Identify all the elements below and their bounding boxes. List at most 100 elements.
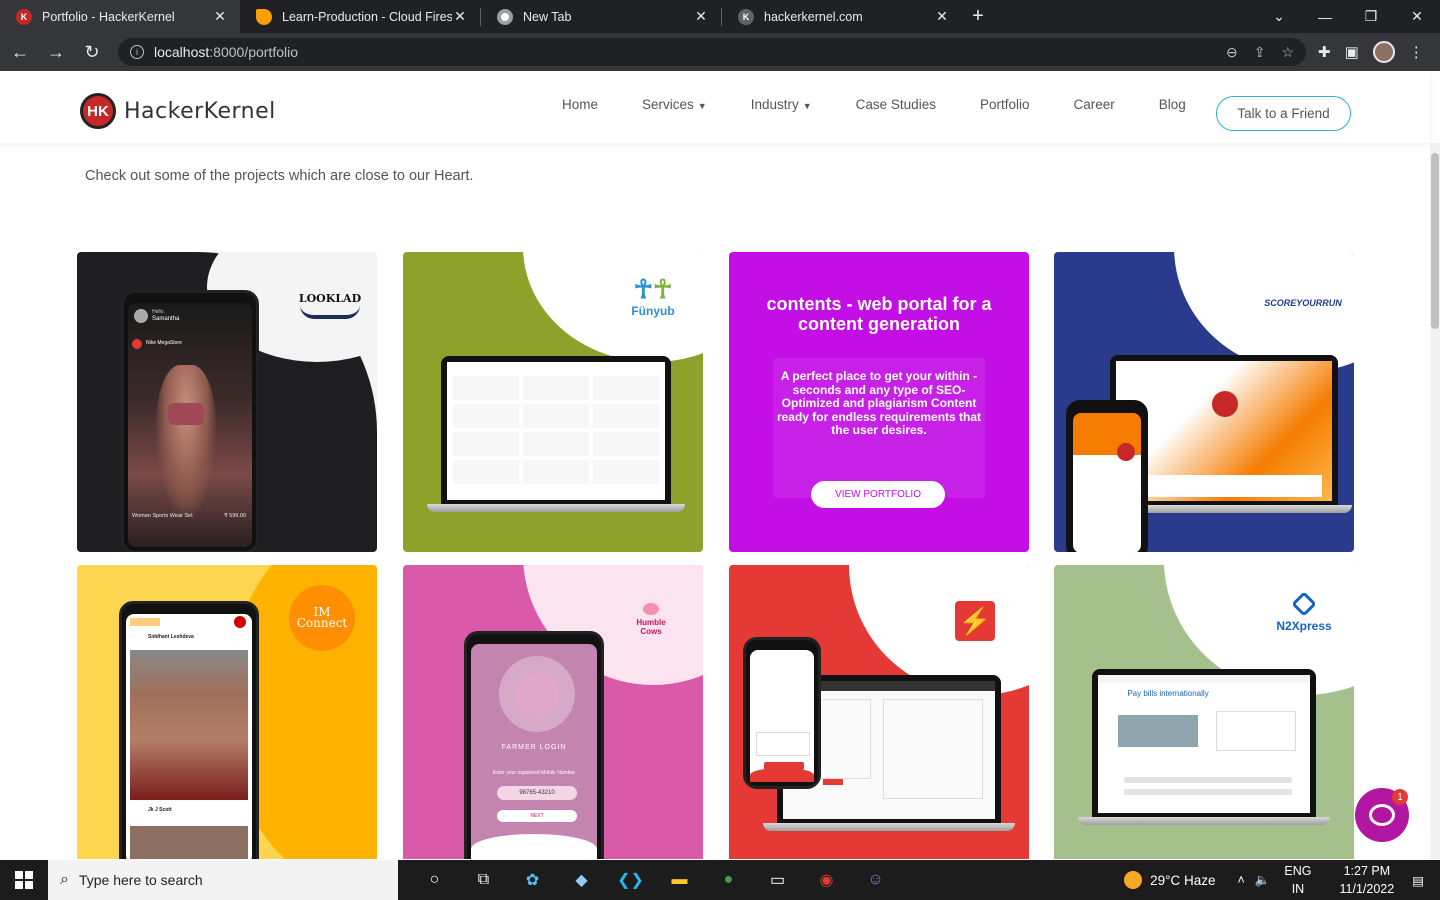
portfolio-card-imconnect[interactable]: IM Connect Siddhant Leshdeva Jk J Scott [77, 565, 377, 859]
notifications-icon[interactable]: ▤ [1412, 873, 1424, 888]
tab-title: Learn-Production - Cloud Firesto [282, 9, 452, 24]
cortana-icon[interactable]: ○ [410, 860, 459, 900]
page-viewport: HK HackerKernel Home Services ▼ Industry ▼… [0, 71, 1440, 859]
firebase-favicon-icon [256, 8, 272, 25]
zoom-icon[interactable]: ⊖ [1226, 44, 1238, 61]
bookmark-star-icon[interactable]: ☆ [1281, 44, 1294, 61]
imconnect-logo: IM Connect [289, 585, 355, 651]
contents-description: A perfect place to get your within - sec… [776, 369, 982, 437]
vscode-icon[interactable]: ❮❯ [606, 860, 655, 900]
profile-avatar[interactable] [1372, 41, 1395, 63]
contents-title: contents - web portal for a content gene… [766, 294, 992, 334]
tab-search-icon[interactable]: ⌄ [1256, 0, 1302, 33]
caret-down-icon: ▼ [697, 101, 707, 111]
url-host: localhost [154, 44, 210, 60]
tab-hackerkernel[interactable]: K hackerkernel.com ✕ [722, 0, 962, 33]
taskbar-clock[interactable]: 1:27 PM 11/1/2022 [1340, 862, 1395, 898]
new-tab-button[interactable]: + [962, 0, 994, 33]
nav-industry[interactable]: Industry ▼ [751, 97, 812, 112]
restore-icon[interactable]: ❐ [1348, 0, 1394, 33]
portfolio-card-thunder[interactable]: ⚡ [729, 565, 1029, 859]
tab-new-tab[interactable]: New Tab ✕ [481, 0, 721, 33]
close-tab-icon[interactable]: ✕ [212, 8, 228, 25]
chrome-favicon-icon [497, 8, 513, 25]
tab-title: New Tab [523, 9, 572, 24]
tab-firestore[interactable]: Learn-Production - Cloud Firesto ✕ [240, 0, 480, 33]
url-path: :8000/portfolio [209, 44, 298, 60]
portfolio-card-humblecows[interactable]: Humble Cows FARMER LOGIN Enter your regi… [403, 565, 703, 859]
close-tab-icon[interactable]: ✕ [452, 8, 468, 25]
nav-home[interactable]: Home [562, 97, 598, 112]
nav-blog[interactable]: Blog [1159, 97, 1186, 112]
scoreyourrun-logo: SCOREYOURRUN [1264, 298, 1342, 308]
talk-to-friend-button[interactable]: Talk to a Friend [1216, 96, 1351, 131]
page-scrollbar-thumb[interactable] [1431, 153, 1439, 329]
humblecows-phone-mockup: FARMER LOGIN Enter your registered Mobil… [464, 631, 604, 859]
menu-kebab-icon[interactable]: ⋮ [1409, 43, 1424, 61]
portfolio-intro: Check out some of the projects which are… [85, 168, 474, 184]
view-portfolio-button[interactable]: VIEW PORTFOLIO [811, 481, 945, 508]
window-controls: ⌄ — ❐ ✕ [1256, 0, 1440, 33]
windows-taskbar: ⌕ Type here to search ○ ⧉ ✿ ◆ ❮❯ ▬ ● ▭ ◉… [0, 860, 1440, 900]
close-window-icon[interactable]: ✕ [1394, 0, 1440, 33]
mobile-prompt: Enter your registered Mobile Number [493, 770, 575, 776]
imconnect-user: Siddhant Leshdeva [148, 634, 194, 640]
weather-widget[interactable]: 29°C Haze [1124, 871, 1216, 889]
onenote-app-icon[interactable]: ◆ [557, 860, 606, 900]
copilot-app-icon[interactable]: ✿ [508, 860, 557, 900]
caret-down-icon: ▼ [802, 101, 812, 111]
address-bar[interactable]: i localhost:8000/portfolio ⊖ ⇪ ☆ [118, 38, 1306, 66]
tab-title: Portfolio - HackerKernel [42, 9, 175, 24]
minimize-icon[interactable]: — [1302, 0, 1348, 33]
clock-time: 1:27 PM [1343, 864, 1391, 878]
nav-portfolio[interactable]: Portfolio [980, 97, 1030, 112]
close-tab-icon[interactable]: ✕ [693, 8, 709, 25]
back-icon[interactable]: ← [4, 36, 36, 68]
weather-text: 29°C Haze [1150, 872, 1216, 888]
portfolio-card-scoreyourrun[interactable]: SCOREYOURRUN [1054, 252, 1354, 552]
nav-services[interactable]: Services ▼ [642, 97, 707, 112]
terminal-icon[interactable]: ▭ [753, 860, 802, 900]
tray-chevron-icon[interactable]: ˄ [1238, 873, 1245, 887]
site-header: HK HackerKernel Home Services ▼ Industry ▼… [0, 71, 1430, 143]
upwork-icon[interactable]: ● [704, 860, 753, 900]
lookload-price: ₹ 599.00 [224, 513, 246, 519]
chat-bubble-icon [1369, 804, 1395, 826]
side-panel-icon[interactable]: ▣ [1345, 43, 1359, 61]
windows-logo-icon [15, 871, 33, 889]
extensions-icon[interactable]: ✚ [1318, 43, 1331, 61]
taskbar-apps: ○ ⧉ ✿ ◆ ❮❯ ▬ ● ▭ ◉ ☺ [410, 860, 900, 900]
close-tab-icon[interactable]: ✕ [934, 8, 950, 25]
region-code: IN [1291, 882, 1305, 896]
portfolio-card-lookload[interactable]: LOOKLAD Hello, Samantha Nike MegaStore W… [77, 252, 377, 552]
imconnect-user-2: Jk J Scott [148, 807, 172, 813]
nav-case-studies[interactable]: Case Studies [856, 97, 936, 112]
volume-icon[interactable]: 🔈 [1255, 873, 1271, 888]
nav-career[interactable]: Career [1073, 97, 1114, 112]
site-info-icon[interactable]: i [130, 45, 144, 59]
portfolio-card-funyub[interactable]: ☥☥ Fünyub [403, 252, 703, 552]
taskbar-search[interactable]: ⌕ Type here to search [48, 860, 398, 900]
humblecows-logo: Humble Cows [629, 603, 673, 636]
chat-unread-badge: 1 [1392, 789, 1408, 805]
search-icon: ⌕ [60, 871, 69, 888]
language-code: ENG [1284, 864, 1312, 878]
file-explorer-icon[interactable]: ▬ [655, 860, 704, 900]
lookload-user: Samantha [152, 316, 180, 322]
discord-icon[interactable]: ☺ [851, 860, 900, 900]
tab-portfolio[interactable]: K Portfolio - HackerKernel ✕ [0, 0, 240, 33]
reload-icon[interactable]: ↻ [76, 36, 108, 68]
farmer-login-title: FARMER LOGIN [501, 744, 567, 751]
portfolio-card-n2xpress[interactable]: N2Xpress Pay bills internationally [1054, 565, 1354, 859]
share-icon[interactable]: ⇪ [1254, 44, 1266, 61]
portfolio-card-contents[interactable]: contents - web portal for a content gene… [729, 252, 1029, 552]
language-indicator[interactable]: ENG IN [1284, 862, 1311, 898]
task-view-icon[interactable]: ⧉ [459, 860, 508, 900]
imconnect-phone-mockup: Siddhant Leshdeva Jk J Scott [119, 601, 259, 859]
forward-icon[interactable]: → [40, 36, 72, 68]
site-logo[interactable]: HK HackerKernel [80, 93, 276, 129]
chrome-icon[interactable]: ◉ [802, 860, 851, 900]
logo-text: HackerKernel [124, 98, 276, 124]
system-tray: 29°C Haze ˄ 🔈 ENG IN 1:27 PM 11/1/2022 ▤ [1124, 860, 1440, 900]
start-button[interactable] [0, 860, 48, 900]
